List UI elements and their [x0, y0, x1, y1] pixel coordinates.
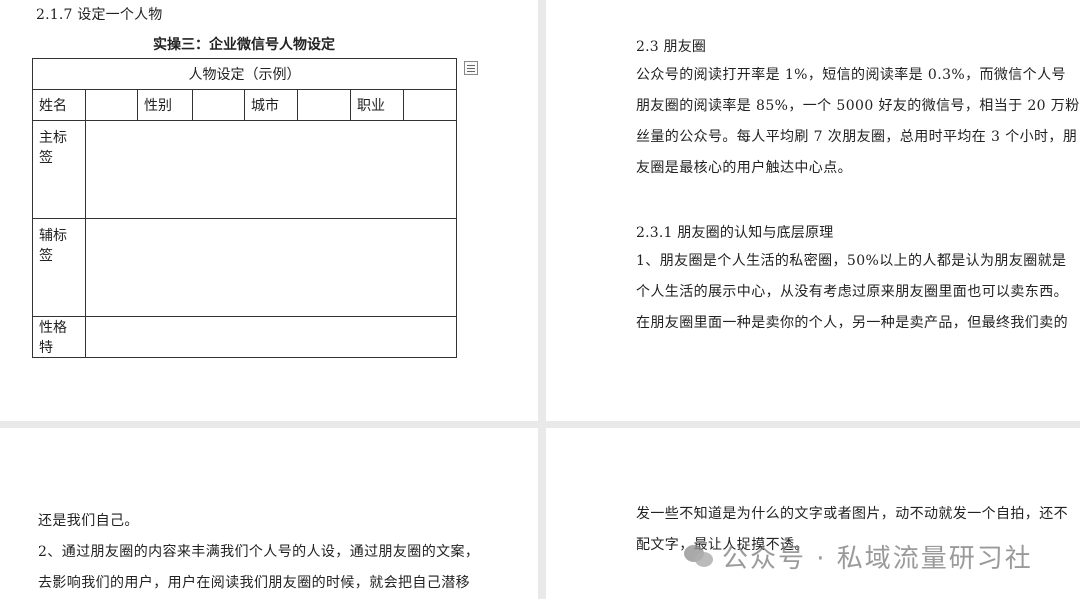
field-value-job	[403, 89, 457, 121]
field-label-name: 姓名	[32, 89, 86, 121]
row-value-main-tag	[85, 120, 457, 219]
paragraph-line: 1、朋友圈是个人生活的私密圈，50%以上的人都是认为朋友圈就是	[636, 253, 1067, 269]
moments-intro-paragraph: 公众号的阅读打开率是 1%，短信的阅读率是 0.3%，而微信个人号 朋友圈的阅读…	[636, 60, 1080, 184]
field-label-city: 城市	[244, 89, 298, 121]
row-label-personality: 性格特	[32, 316, 86, 358]
row-label-sub-tag: 辅标签	[32, 218, 86, 317]
table-handle-icon[interactable]	[464, 61, 478, 75]
paragraph-line: 在朋友圈里面一种是卖你的个人，另一种是卖产品，但最终我们卖的	[636, 315, 1068, 331]
table-title: 人物设定（示例）	[32, 58, 457, 90]
row-value-sub-tag	[85, 218, 457, 317]
row-label-main-tag: 主标签	[32, 120, 86, 219]
subsection-heading-2-3-1: 2.3.1 朋友圈的认知与底层原理	[636, 225, 834, 241]
field-label-job: 职业	[350, 89, 404, 121]
field-value-name	[85, 89, 138, 121]
paragraph-line: 还是我们自己。	[38, 513, 139, 529]
paragraph-line: 去影响我们的用户，用户在阅读我们朋友圈的时候，就会把自己潜移	[38, 575, 470, 591]
paragraph-line: 个人生活的展示中心，从没有考虑过原来朋友圈里面也可以卖东西。	[636, 284, 1068, 300]
persona-table: 人物设定（示例） 姓名 性别 城市 职业 主标签 辅标签 性格特	[32, 58, 457, 358]
page3-paragraph: 还是我们自己。 2、通过朋友圈的内容来丰满我们个人号的人设，通过朋友圈的文案， …	[38, 506, 479, 599]
field-value-city	[297, 89, 351, 121]
section-heading-2-1-7: 2.1.7 设定一个人物	[36, 7, 163, 23]
watermark-text: 公众号 · 私域流量研习社	[722, 543, 1033, 574]
field-label-gender: 性别	[137, 89, 193, 121]
paragraph-line: 朋友圈的阅读率是 85%，一个 5000 好友的微信号，相当于 20 万粉	[636, 98, 1080, 114]
paragraph-line: 友圈是最核心的用户触达中心点。	[636, 160, 852, 176]
field-value-gender	[192, 89, 245, 121]
watermark: 公众号 · 私域流量研习社	[684, 538, 1033, 574]
document-page-1: 2.1.7 设定一个人物 实操三：企业微信号人物设定 人物设定（示例） 姓名 性…	[0, 0, 538, 421]
document-page-3: 还是我们自己。 2、通过朋友圈的内容来丰满我们个人号的人设，通过朋友圈的文案， …	[0, 428, 538, 599]
paragraph-line: 公众号的阅读打开率是 1%，短信的阅读率是 0.3%，而微信个人号	[636, 67, 1066, 83]
exercise-title: 实操三：企业微信号人物设定	[153, 37, 335, 53]
paragraph-line: 发一些不知道是为什么的文字或者图片，动不动就发一个自拍，还不	[636, 506, 1068, 522]
row-value-personality	[85, 316, 457, 358]
paragraph-line: 丝量的公众号。每人平均刷 7 次朋友圈，总用时平均在 3 个小时，朋	[636, 129, 1078, 145]
moments-principle-paragraph: 1、朋友圈是个人生活的私密圈，50%以上的人都是认为朋友圈就是 个人生活的展示中…	[636, 246, 1068, 339]
document-page-2: 2.3 朋友圈 公众号的阅读打开率是 1%，短信的阅读率是 0.3%，而微信个人…	[546, 0, 1080, 421]
section-heading-2-3: 2.3 朋友圈	[636, 39, 707, 55]
wechat-logo-icon	[684, 543, 714, 569]
paragraph-line: 2、通过朋友圈的内容来丰满我们个人号的人设，通过朋友圈的文案，	[38, 544, 480, 560]
